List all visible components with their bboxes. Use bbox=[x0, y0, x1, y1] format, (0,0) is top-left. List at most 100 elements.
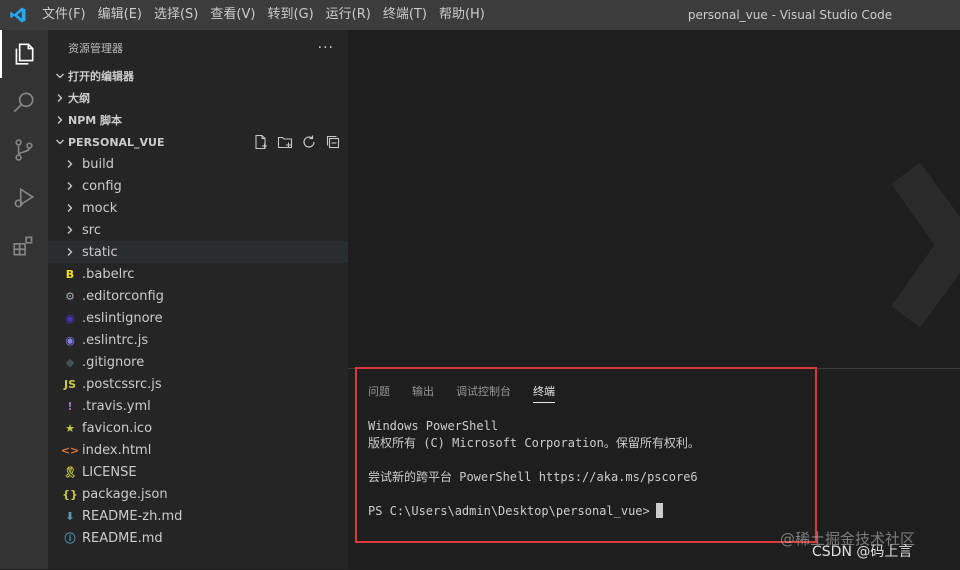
folder-name: src bbox=[82, 222, 101, 238]
folder-item[interactable]: src bbox=[48, 219, 348, 241]
file-name: package.json bbox=[82, 486, 168, 502]
file-item[interactable]: 🎗 LICENSE bbox=[48, 461, 348, 483]
terminal-line: 版权所有 (C) Microsoft Corporation。保留所有权利。 bbox=[368, 435, 700, 452]
chevron-right-icon bbox=[62, 203, 78, 213]
file-item[interactable]: ⓘ README.md bbox=[48, 527, 348, 549]
new-file-icon[interactable] bbox=[252, 133, 270, 151]
menu-item-4[interactable]: 转到(G) bbox=[261, 0, 319, 30]
panel-tabs: 问题 输出 调试控制台 终端 bbox=[368, 383, 555, 403]
chevron-right-icon bbox=[62, 181, 78, 191]
babel-icon: B bbox=[65, 267, 75, 281]
source-control-button[interactable] bbox=[0, 126, 48, 174]
file-item[interactable]: <> index.html bbox=[48, 439, 348, 461]
section-label: 大纲 bbox=[68, 92, 90, 105]
eslint-icon: ◉ bbox=[65, 333, 75, 347]
explorer-button[interactable] bbox=[0, 30, 48, 78]
terminal-output[interactable]: Windows PowerShell 版权所有 (C) Microsoft Cor… bbox=[368, 418, 700, 520]
folder-name: static bbox=[82, 244, 118, 260]
license-icon: 🎗 bbox=[63, 465, 77, 479]
file-name: .gitignore bbox=[82, 354, 145, 370]
explorer-sidebar: 资源管理器 ··· 打开的编辑器 大纲 NPM 脚本 PERSONAL_VUE bu… bbox=[48, 30, 348, 569]
file-item[interactable]: ◆ .gitignore bbox=[48, 351, 348, 373]
js-icon: JS bbox=[63, 377, 76, 391]
gear-icon: ⚙ bbox=[65, 289, 75, 303]
new-folder-icon[interactable] bbox=[276, 133, 294, 151]
menu-item-7[interactable]: 帮助(H) bbox=[433, 0, 491, 30]
window-title: personal_vue - Visual Studio Code bbox=[687, 8, 893, 22]
extensions-button[interactable] bbox=[0, 222, 48, 270]
file-name: .eslintrc.js bbox=[82, 332, 149, 348]
menu-item-6[interactable]: 终端(T) bbox=[377, 0, 433, 30]
file-name: .postcssrc.js bbox=[82, 376, 162, 392]
panel-tab-1[interactable]: 输出 bbox=[412, 383, 434, 403]
project-section-header[interactable]: PERSONAL_VUE bbox=[48, 131, 348, 153]
panel-tab-2[interactable]: 调试控制台 bbox=[456, 383, 511, 403]
section-label: NPM 脚本 bbox=[68, 114, 123, 127]
file-name: .editorconfig bbox=[82, 288, 164, 304]
explorer-header: 资源管理器 ··· bbox=[48, 30, 348, 65]
menu-item-1[interactable]: 编辑(E) bbox=[92, 0, 148, 30]
collapse-all-icon[interactable] bbox=[324, 133, 342, 151]
file-item[interactable]: ⚙ .editorconfig bbox=[48, 285, 348, 307]
section-header-0[interactable]: 打开的编辑器 bbox=[48, 65, 348, 87]
section-label: 打开的编辑器 bbox=[68, 70, 134, 83]
menu-item-3[interactable]: 查看(V) bbox=[204, 0, 261, 30]
file-item[interactable]: B .babelrc bbox=[48, 263, 348, 285]
yaml-icon: ! bbox=[67, 399, 73, 413]
eslint-icon: ◉ bbox=[65, 311, 75, 325]
menu-item-2[interactable]: 选择(S) bbox=[148, 0, 204, 30]
file-item[interactable]: {} package.json bbox=[48, 483, 348, 505]
file-name: favicon.ico bbox=[82, 420, 153, 436]
folder-item[interactable]: static bbox=[48, 241, 348, 263]
menu-bar: 文件(F) 编辑(E) 选择(S) 查看(V) 转到(G) 运行(R) 终端(T) 帮助(H) bbox=[36, 0, 491, 30]
panel-tab-0[interactable]: 问题 bbox=[368, 383, 390, 403]
file-name: README-zh.md bbox=[82, 508, 183, 524]
more-actions-button[interactable]: ··· bbox=[318, 40, 334, 56]
html-icon: <> bbox=[60, 443, 80, 457]
file-item[interactable]: ⬇ README-zh.md bbox=[48, 505, 348, 527]
section-header-2[interactable]: NPM 脚本 bbox=[48, 109, 348, 131]
file-name: .babelrc bbox=[82, 266, 135, 282]
menu-item-5[interactable]: 运行(R) bbox=[320, 0, 377, 30]
chevron-right-icon bbox=[62, 159, 78, 169]
chevron-down-icon bbox=[52, 71, 68, 81]
terminal-line: PS C:\Users\admin\Desktop\personal_vue> bbox=[368, 503, 700, 520]
refresh-icon[interactable] bbox=[300, 133, 318, 151]
chevron-right-icon bbox=[52, 93, 68, 103]
folder-item[interactable]: mock bbox=[48, 197, 348, 219]
folder-item[interactable]: build bbox=[48, 153, 348, 175]
file-item[interactable]: ◉ .eslintignore bbox=[48, 307, 348, 329]
source-control-icon bbox=[15, 139, 33, 161]
section-header-1[interactable]: 大纲 bbox=[48, 87, 348, 109]
panel-tab-3[interactable]: 终端 bbox=[533, 383, 555, 403]
run-debug-icon bbox=[14, 187, 35, 208]
search-button[interactable] bbox=[0, 78, 48, 126]
project-name: PERSONAL_VUE bbox=[68, 135, 165, 149]
terminal-cursor bbox=[655, 503, 663, 518]
chevron-down-icon bbox=[52, 137, 68, 147]
chevron-right-icon bbox=[52, 115, 68, 125]
download-icon: ⬇ bbox=[65, 509, 75, 523]
terminal-line-text: PS C:\Users\admin\Desktop\personal_vue> bbox=[368, 504, 650, 518]
json-icon: {} bbox=[62, 487, 78, 501]
title-bar: 文件(F) 编辑(E) 选择(S) 查看(V) 转到(G) 运行(R) 终端(T) 帮助(H)… bbox=[0, 0, 960, 30]
explorer-title: 资源管理器 bbox=[68, 41, 123, 55]
project-actions bbox=[252, 133, 348, 151]
file-item[interactable]: ! .travis.yml bbox=[48, 395, 348, 417]
folder-name: build bbox=[82, 156, 114, 172]
info-icon: ⓘ bbox=[64, 532, 76, 545]
folder-item[interactable]: config bbox=[48, 175, 348, 197]
file-name: README.md bbox=[82, 530, 163, 546]
file-name: .eslintignore bbox=[82, 310, 163, 326]
vscode-watermark-logo-icon bbox=[891, 162, 960, 328]
git-icon: ◆ bbox=[65, 355, 75, 369]
star-icon: ★ bbox=[65, 421, 75, 435]
file-item[interactable]: ★ favicon.ico bbox=[48, 417, 348, 439]
credit-text: CSDN @码上言 bbox=[812, 544, 913, 560]
menu-item-0[interactable]: 文件(F) bbox=[36, 0, 92, 30]
run-debug-button[interactable] bbox=[0, 174, 48, 222]
terminal-line-text: 尝试新的跨平台 PowerShell https://aka.ms/pscore… bbox=[368, 470, 698, 484]
file-item[interactable]: JS .postcssrc.js bbox=[48, 373, 348, 395]
file-item[interactable]: ◉ .eslintrc.js bbox=[48, 329, 348, 351]
